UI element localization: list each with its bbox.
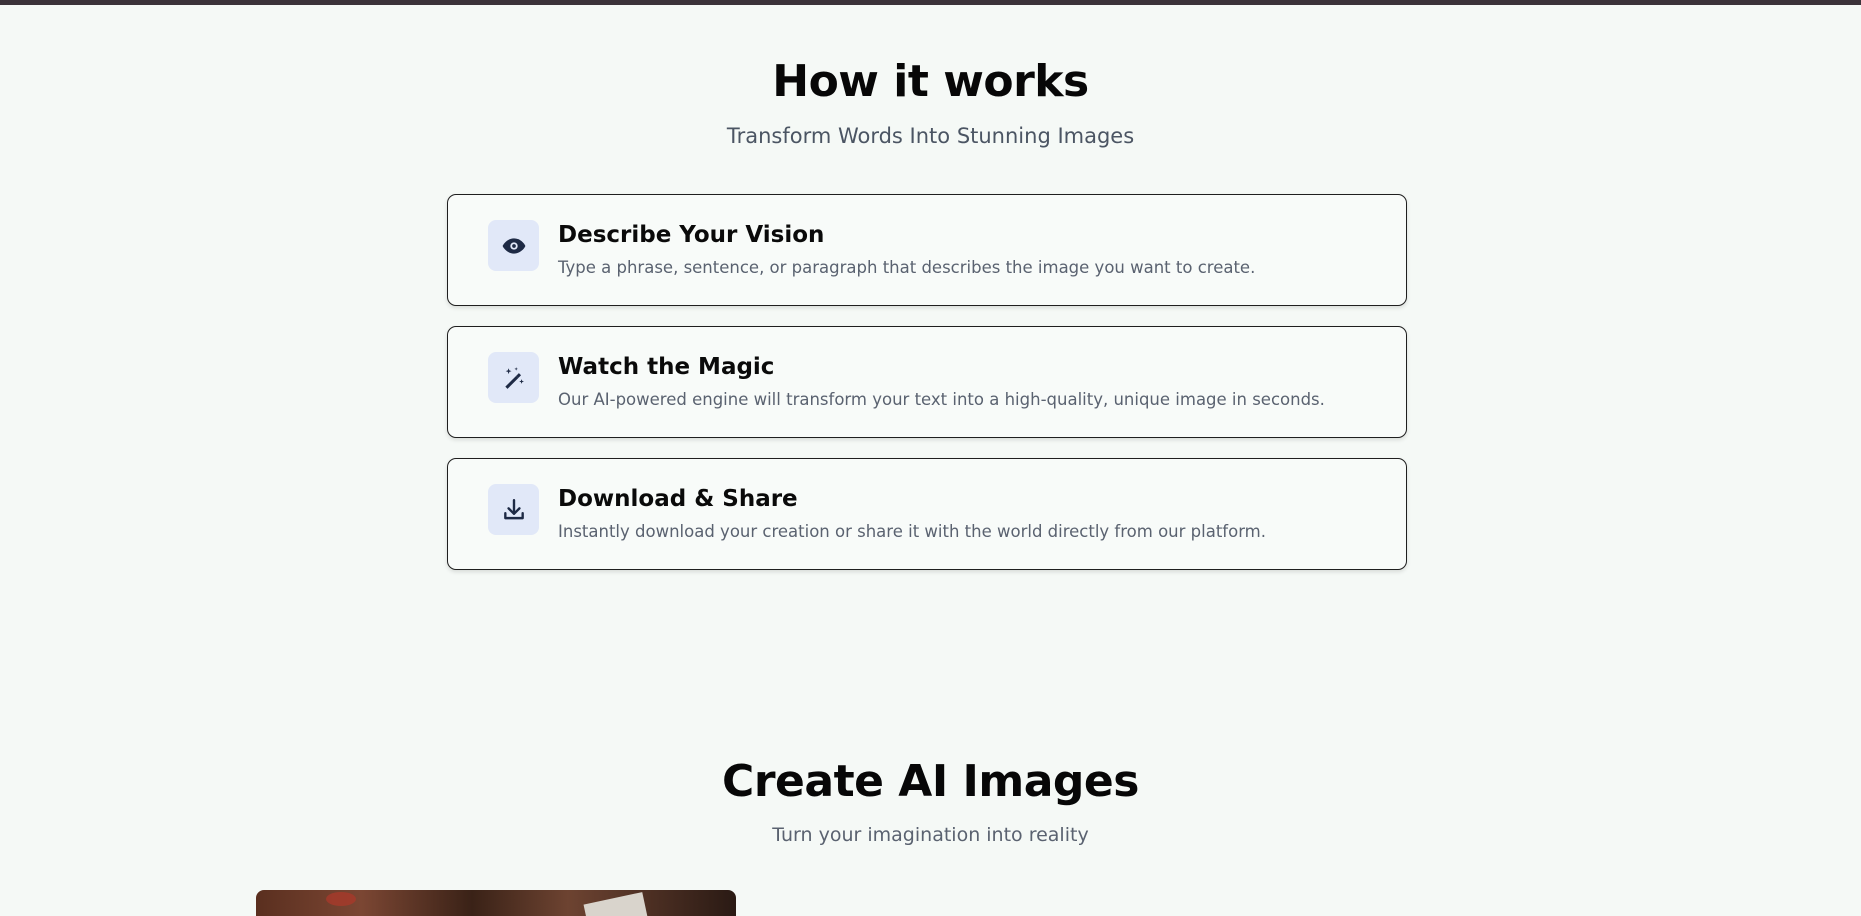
step-title: Download & Share [558,486,798,512]
download-icon [488,484,539,535]
image-detail [583,892,649,916]
step-title: Watch the Magic [558,354,775,380]
top-bar [0,0,1861,5]
image-detail [326,892,356,906]
generated-image-preview[interactable] [256,890,736,916]
steps-list: Describe Your Vision Type a phrase, sent… [447,194,1407,590]
step-title: Describe Your Vision [558,222,825,248]
step-description: Instantly download your creation or shar… [558,522,1267,541]
how-it-works-subtitle: Transform Words Into Stunning Images [726,124,1135,148]
create-ai-images-subtitle: Turn your imagination into reality [772,824,1089,846]
step-card-download: Download & Share Instantly download your… [447,458,1407,570]
step-description: Type a phrase, sentence, or paragraph th… [558,258,1256,277]
create-ai-images-title: Create AI Images [722,756,1139,807]
how-it-works-title: How it works [772,56,1089,107]
step-card-magic: Watch the Magic Our AI-powered engine wi… [447,326,1407,438]
magic-wand-icon [488,352,539,403]
step-description: Our AI-powered engine will transform you… [558,390,1325,409]
eye-icon [488,220,539,271]
step-card-describe: Describe Your Vision Type a phrase, sent… [447,194,1407,306]
